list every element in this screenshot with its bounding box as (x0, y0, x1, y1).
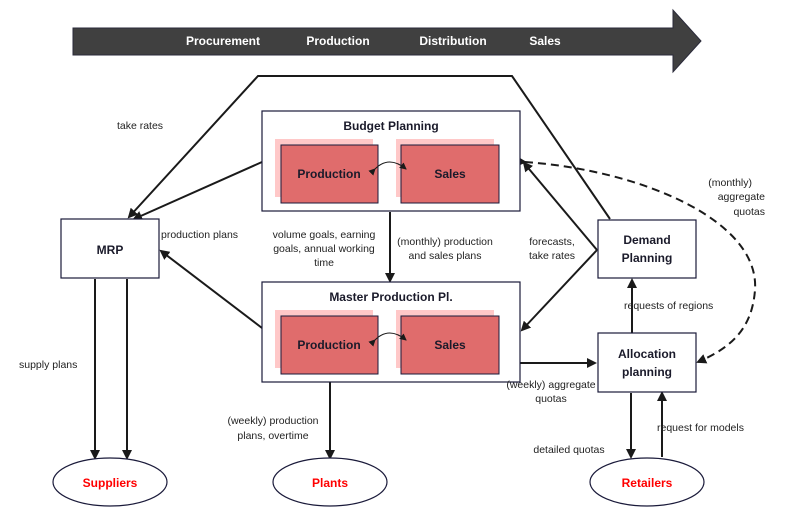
label-weekly-quotas-2: quotas (535, 393, 567, 405)
label-volume-goals-2: goals, annual working (273, 243, 375, 255)
demand-planning-title-1: Demand (623, 233, 670, 247)
label-weekly-production-1: (weekly) production (227, 415, 318, 427)
mrp-node[interactable]: MRP (60, 218, 160, 279)
label-weekly-production-2: plans, overtime (237, 430, 308, 442)
label-forecasts-2: take rates (529, 250, 575, 262)
process-diagram: Procurement Production Distribution Sale… (19, 8, 765, 507)
stage-distribution: Distribution (419, 34, 486, 48)
label-weekly-quotas-1: (weekly) aggregate (506, 379, 595, 391)
master-sales-label: Sales (434, 338, 466, 352)
retailers-title: Retailers (622, 476, 673, 490)
master-production-label: Production (297, 338, 360, 352)
demand-planning-node[interactable]: Demand Planning (597, 219, 697, 279)
label-volume-goals-1: volume goals, earning (273, 229, 376, 241)
label-supply-plans: supply plans (19, 359, 77, 371)
label-requests-regions: requests of regions (624, 300, 713, 312)
label-monthly-quotas-1: (monthly) (708, 177, 752, 189)
label-detailed-quotas: detailed quotas (533, 444, 604, 456)
label-request-models: request for models (657, 422, 744, 434)
budget-production-label: Production (297, 167, 360, 181)
master-to-mrp-edge (159, 249, 263, 329)
demand-planning-title-2: Planning (622, 251, 673, 265)
label-forecasts-1: forecasts, (529, 236, 575, 248)
budget-planning-title: Budget Planning (343, 119, 438, 133)
stage-production: Production (306, 34, 369, 48)
mrp-title: MRP (97, 243, 124, 257)
budget-planning-node[interactable]: Budget Planning Production Sales (261, 110, 521, 212)
suppliers-title: Suppliers (83, 476, 138, 490)
value-chain-arrow: Procurement Production Distribution Sale… (72, 8, 702, 74)
stage-procurement: Procurement (186, 34, 260, 48)
plants-title: Plants (312, 476, 348, 490)
label-monthly-quotas-3: quotas (733, 206, 765, 218)
suppliers-node[interactable]: Suppliers (52, 457, 168, 507)
allocation-planning-title-1: Allocation (618, 347, 676, 361)
label-take-rates: take rates (117, 120, 163, 132)
plants-node[interactable]: Plants (272, 457, 388, 507)
label-volume-goals-3: time (314, 257, 334, 269)
retailers-node[interactable]: Retailers (589, 457, 705, 507)
master-production-node[interactable]: Master Production Pl. Production Sales (261, 281, 521, 383)
allocation-planning-title-2: planning (622, 365, 672, 379)
stage-sales: Sales (529, 34, 561, 48)
label-monthly-plans-2: and sales plans (409, 250, 482, 262)
label-monthly-plans-1: (monthly) production (397, 236, 493, 248)
allocation-planning-node[interactable]: Allocation planning (597, 332, 697, 393)
master-production-title: Master Production Pl. (329, 290, 452, 304)
demand-to-master-edge (520, 249, 598, 332)
value-chain-arrow-shape (72, 8, 702, 74)
label-production-plans: production plans (161, 229, 238, 241)
budget-sales-label: Sales (434, 167, 466, 181)
label-monthly-quotas-2: aggregate (718, 191, 765, 203)
